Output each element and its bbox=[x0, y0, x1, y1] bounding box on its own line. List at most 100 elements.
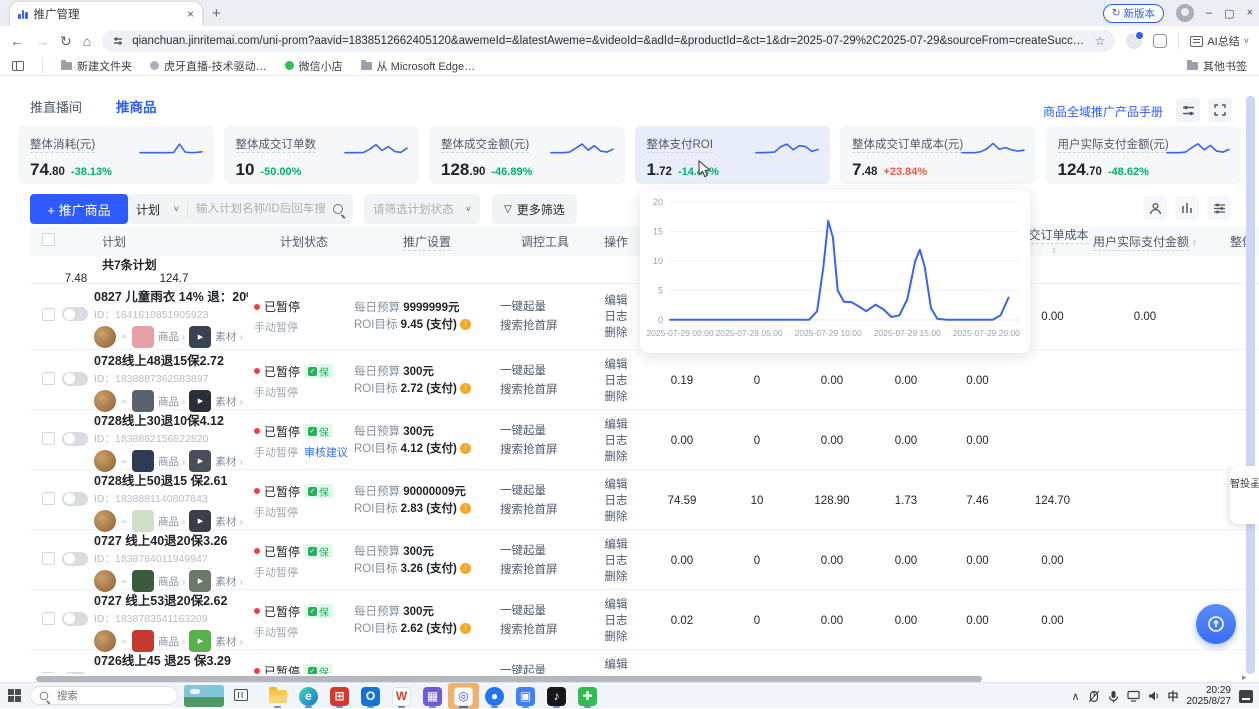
taskbar-app-edge[interactable]: e bbox=[293, 683, 324, 709]
taskbar-app-qianchuan[interactable]: ◎ bbox=[448, 683, 479, 709]
op-link[interactable]: 删除 bbox=[590, 325, 642, 341]
col-header-actual-pay[interactable]: 用户实际支付金额▲▼ bbox=[1090, 233, 1200, 250]
start-button-icon[interactable] bbox=[8, 689, 21, 702]
url-bar[interactable]: qianchuan.jinritemai.com/uni-prom?aavid=… bbox=[102, 30, 1115, 52]
browser-tab[interactable]: 推广管理 × bbox=[10, 2, 202, 26]
other-bookmarks[interactable]: 其他书签 bbox=[1187, 58, 1247, 74]
tray-chevron-up-icon[interactable]: ∧ bbox=[1071, 690, 1079, 703]
back-icon[interactable]: ← bbox=[10, 33, 24, 49]
product-link[interactable]: 商品 bbox=[158, 514, 185, 529]
row-toggle[interactable] bbox=[62, 552, 88, 566]
extension-icon[interactable] bbox=[1126, 33, 1142, 49]
vertical-scrollbar[interactable] bbox=[1246, 96, 1255, 674]
row-toggle[interactable] bbox=[62, 307, 88, 321]
row-checkbox[interactable] bbox=[42, 672, 55, 674]
tool-link[interactable]: 一键起量 bbox=[500, 362, 590, 381]
site-info-icon[interactable] bbox=[112, 35, 124, 47]
ime-indicator[interactable]: 中 bbox=[1168, 688, 1179, 704]
product-manual-link[interactable]: 商品全域推广产品手册 bbox=[1043, 103, 1163, 120]
plan-search-input[interactable] bbox=[188, 203, 333, 215]
browser-avatar[interactable] bbox=[1176, 4, 1194, 22]
op-link[interactable]: 日志 bbox=[590, 553, 642, 569]
row-toggle[interactable] bbox=[62, 492, 88, 506]
row-checkbox[interactable] bbox=[42, 552, 55, 565]
taskbar-app-app-blue-circle[interactable]: ● bbox=[479, 683, 510, 709]
tool-link[interactable]: 搜索抢首屏 bbox=[500, 621, 590, 640]
stat-card[interactable]: 整体成交订单数10-50.00% bbox=[224, 126, 420, 184]
sort-icon[interactable]: ▲▼ bbox=[1192, 239, 1197, 247]
tool-link[interactable]: 一键起量 bbox=[500, 482, 590, 501]
taskbar-app-wps[interactable]: W bbox=[386, 683, 417, 709]
taskbar-app-file-explorer[interactable] bbox=[262, 683, 293, 709]
stat-card[interactable]: 整体消耗(元)74.80-38.13% bbox=[18, 126, 214, 184]
op-link[interactable]: 日志 bbox=[590, 433, 642, 449]
campaign-title[interactable]: 0827 儿童雨衣 14% 退：20% 保：9.92 bbox=[94, 286, 248, 305]
search-icon[interactable] bbox=[333, 204, 343, 214]
fullscreen-icon[interactable] bbox=[1208, 98, 1232, 122]
tab-close-icon[interactable]: × bbox=[187, 7, 194, 21]
op-link[interactable]: 编辑 bbox=[590, 657, 642, 673]
row-toggle[interactable] bbox=[62, 432, 88, 446]
row-toggle[interactable] bbox=[62, 672, 88, 675]
scroll-right-icon[interactable]: ▸ bbox=[1242, 672, 1247, 682]
weather-widget-icon[interactable] bbox=[184, 685, 224, 707]
row-checkbox[interactable] bbox=[42, 308, 55, 321]
row-toggle[interactable] bbox=[62, 612, 88, 626]
taskbar-app-outlook[interactable]: O bbox=[355, 683, 386, 709]
stat-card[interactable]: 整体支付ROI1.72-14.43% bbox=[635, 126, 831, 184]
info-icon[interactable] bbox=[460, 503, 471, 514]
product-link[interactable]: 商品 bbox=[158, 394, 185, 409]
op-link[interactable]: 删除 bbox=[590, 449, 642, 465]
tool-link[interactable]: 一键起量 bbox=[500, 298, 590, 317]
product-link[interactable]: 商品 bbox=[158, 634, 185, 649]
info-icon[interactable] bbox=[460, 563, 471, 574]
tab-products[interactable]: 推商品 bbox=[116, 96, 157, 116]
op-link[interactable]: 日志 bbox=[590, 493, 642, 509]
campaign-title[interactable]: 0727 线上53退20保2.62 bbox=[94, 590, 248, 609]
op-link[interactable]: 删除 bbox=[590, 389, 642, 405]
info-icon[interactable] bbox=[460, 319, 471, 330]
op-link[interactable]: 日志 bbox=[590, 613, 642, 629]
more-filters-button[interactable]: ▽更多筛选 bbox=[492, 194, 577, 224]
tool-link[interactable]: 搜索抢首屏 bbox=[500, 381, 590, 400]
bookmark-item[interactable]: 虎牙直播-技术驱动… bbox=[150, 58, 267, 74]
notification-center-icon[interactable] bbox=[1239, 690, 1253, 703]
assistant-widget[interactable]: 智投星 bbox=[1230, 466, 1259, 524]
stat-card[interactable]: 整体成交金额(元)128.90-46.89% bbox=[429, 126, 625, 184]
new-tab-button[interactable]: + bbox=[212, 5, 221, 22]
taskbar-clock[interactable]: 20:29 2025/8/27 bbox=[1187, 685, 1232, 707]
material-link[interactable]: 素材 bbox=[215, 454, 242, 469]
ai-summary-button[interactable]: AI总结 ˅ bbox=[1190, 33, 1249, 49]
material-link[interactable]: 素材 bbox=[215, 329, 242, 344]
col-header-settings[interactable]: 推广设置 bbox=[354, 233, 500, 250]
side-panel-icon[interactable] bbox=[12, 61, 24, 71]
tool-link[interactable]: 一键起量 bbox=[500, 662, 590, 674]
op-link[interactable]: 日志 bbox=[590, 309, 642, 325]
product-link[interactable]: 商品 bbox=[158, 329, 185, 344]
op-link[interactable]: 删除 bbox=[590, 629, 642, 645]
campaign-title[interactable]: 0728线上48退15保2.72 bbox=[94, 350, 248, 369]
horizontal-scrollbar[interactable] bbox=[36, 676, 982, 682]
op-link[interactable]: 日志 bbox=[590, 373, 642, 389]
taskbar-search-input[interactable] bbox=[55, 689, 155, 703]
tab-live-room[interactable]: 推直播间 bbox=[30, 97, 82, 116]
op-link[interactable]: 删除 bbox=[590, 509, 642, 525]
op-link[interactable]: 编辑 bbox=[590, 597, 642, 613]
tool-link[interactable]: 一键起量 bbox=[500, 602, 590, 621]
material-link[interactable]: 素材 bbox=[215, 634, 242, 649]
window-minimize-button[interactable]: – bbox=[1206, 7, 1212, 19]
info-icon[interactable] bbox=[460, 623, 471, 634]
tool-link[interactable]: 搜索抢首屏 bbox=[500, 501, 590, 520]
promote-product-button[interactable]: + 推广商品 bbox=[30, 194, 128, 224]
taskbar-app-douyin-store[interactable]: ▣ bbox=[510, 683, 541, 709]
help-float-button[interactable] bbox=[1196, 604, 1236, 644]
tool-link[interactable]: 搜索抢首屏 bbox=[500, 317, 590, 336]
custom-columns-icon[interactable] bbox=[1175, 196, 1199, 220]
campaign-title[interactable]: 0728线上50退15 保2.61 bbox=[94, 470, 248, 489]
home-icon[interactable]: ⌂ bbox=[83, 33, 91, 49]
layout-settings-icon[interactable] bbox=[1176, 98, 1200, 122]
row-checkbox[interactable] bbox=[42, 372, 55, 385]
material-link[interactable]: 素材 bbox=[215, 514, 242, 529]
campaign-title[interactable]: 0726线上45 退25 保3.29 bbox=[94, 650, 248, 669]
material-link[interactable]: 素材 bbox=[215, 574, 242, 589]
